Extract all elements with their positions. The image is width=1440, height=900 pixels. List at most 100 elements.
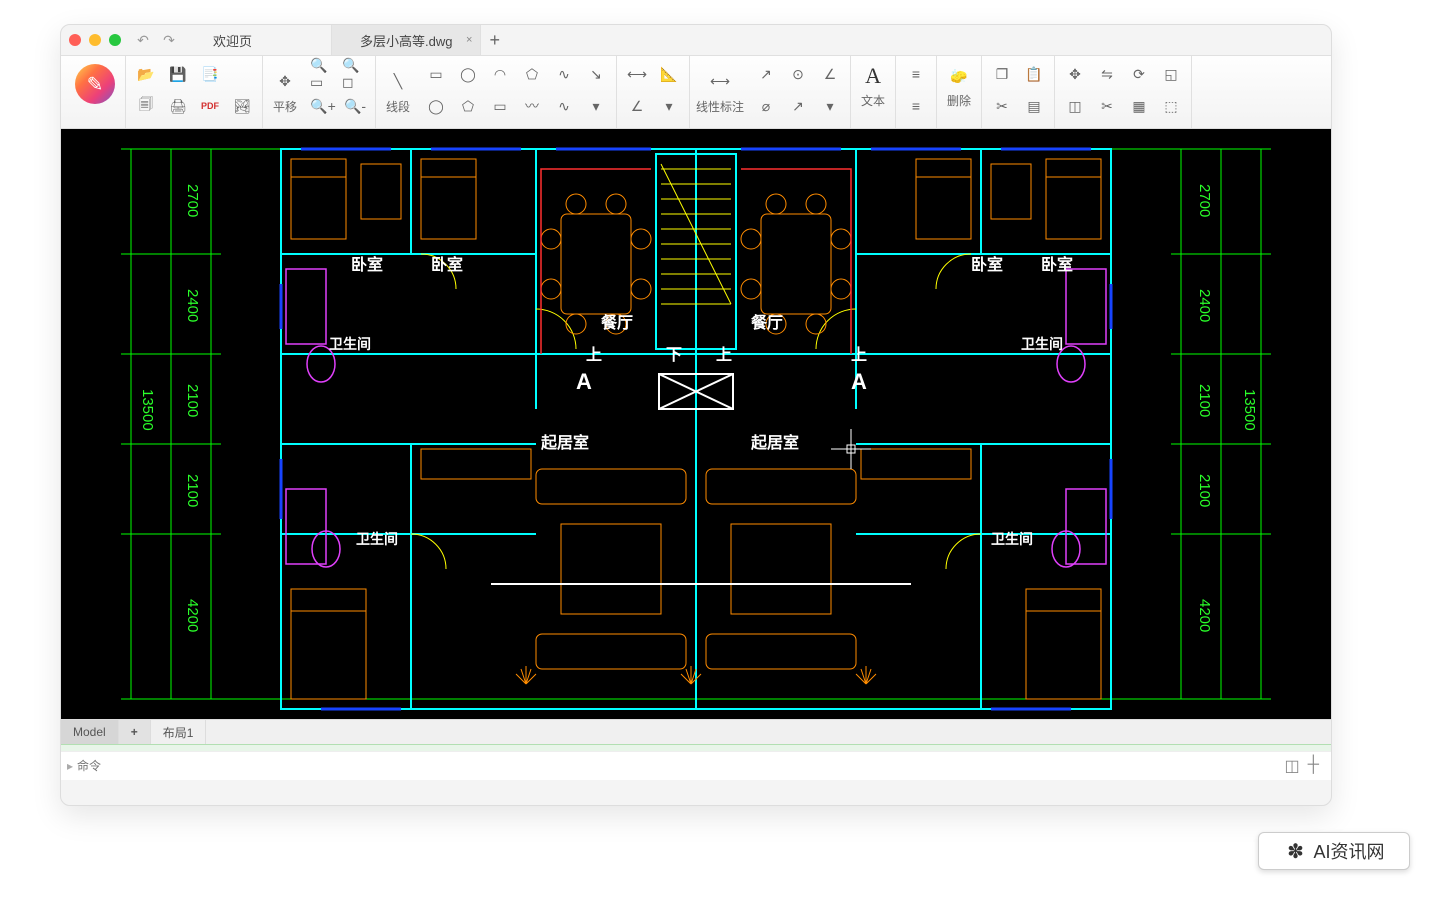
paste-button[interactable]: 📋	[1020, 60, 1048, 88]
mtext-button[interactable]: ≡	[902, 60, 930, 88]
dimension-text: 4200	[1196, 599, 1213, 632]
measure-area-button[interactable]: ∠	[623, 92, 651, 120]
app-logo-group	[65, 56, 126, 128]
text-group: A 文本	[851, 56, 896, 128]
text-label: 文本	[861, 92, 885, 109]
tab-file[interactable]: 多层小高等.dwg×	[332, 25, 481, 55]
erase-label: 删除	[947, 92, 971, 109]
dimension-text-total: 13500	[139, 389, 156, 431]
linear-dim-label: 线性标注	[696, 98, 744, 115]
dimension-text: 2400	[1196, 289, 1213, 322]
dimension-text: 2100	[184, 384, 201, 417]
tab-add[interactable]: +	[481, 25, 521, 55]
model-tab[interactable]: Model	[61, 720, 119, 744]
tab-label: 欢迎页	[213, 31, 252, 50]
dimension-group: ⟷ 线性标注 ↗ ⊙ ∠ ⌀ ↗ ▾	[690, 56, 851, 128]
linear-dim-button[interactable]: ⟷	[704, 66, 736, 98]
command-input[interactable]	[73, 758, 1285, 774]
dimension-text-total: 13500	[1241, 389, 1258, 431]
image-export-button[interactable]: 🏞	[228, 92, 256, 120]
rotate-button[interactable]: ⟳	[1125, 60, 1153, 88]
offset-button[interactable]: ◫	[1061, 92, 1089, 120]
diag-button[interactable]: ↘	[582, 60, 610, 88]
pdf-button[interactable]: PDF	[196, 92, 224, 120]
array-button[interactable]: ▦	[1125, 92, 1153, 120]
minimize-window-icon[interactable]	[89, 34, 101, 46]
angle-dim-button[interactable]: ∠	[816, 60, 844, 88]
tab-welcome[interactable]: 欢迎页	[185, 25, 332, 55]
unit-label: A	[851, 369, 867, 395]
export-button[interactable]: 🗐	[132, 92, 160, 120]
measure-dist-button[interactable]: ⟷	[623, 60, 651, 88]
status-bar: Model + 布局1	[61, 719, 1331, 744]
add-layout-tab[interactable]: +	[119, 720, 151, 744]
zoom-extents-button[interactable]: 🔍▭	[309, 60, 337, 88]
copy-button[interactable]: ❐	[988, 60, 1016, 88]
ortho-toggle-icon[interactable]: ┼	[1308, 756, 1319, 776]
arc-button[interactable]: ◠	[486, 60, 514, 88]
list-group: ≡ ≡	[896, 56, 937, 128]
titlebar: ↶ ↷ 欢迎页 多层小高等.dwg× +	[61, 25, 1331, 56]
save-button[interactable]: 💾	[164, 60, 192, 88]
dimension-text: 2400	[184, 289, 201, 322]
room-label-living: 起居室	[751, 429, 799, 453]
room-label-bathroom: 卫生间	[991, 529, 1033, 549]
pan-button[interactable]: ✥	[269, 66, 301, 98]
maximize-window-icon[interactable]	[109, 34, 121, 46]
room-label-bathroom: 卫生间	[329, 334, 371, 354]
saveas-button[interactable]: 📑	[196, 60, 224, 88]
redo-button[interactable]: ↷	[159, 30, 179, 50]
close-tab-icon[interactable]: ×	[466, 34, 472, 46]
scale-button[interactable]: ◱	[1157, 60, 1185, 88]
rect-button[interactable]: ▭	[422, 60, 450, 88]
aligned-dim-button[interactable]: ↗	[752, 60, 780, 88]
line-button[interactable]: ╲	[382, 66, 414, 98]
circle2-button[interactable]: ◯	[422, 92, 450, 120]
room-label-dining: 餐厅	[601, 309, 633, 333]
draw-group: ╲ 线段 ▭ ◯ ◠ ⬠ ∿ ↘ ◯	[376, 56, 617, 128]
spline2-button[interactable]: ∿	[550, 92, 578, 120]
dimension-text: 2100	[1196, 384, 1213, 417]
undo-button[interactable]: ↶	[133, 30, 153, 50]
print-button[interactable]: 🖨	[164, 92, 192, 120]
room-label-bedroom: 卧室	[351, 251, 383, 275]
diameter-dim-button[interactable]: ⌀	[752, 92, 780, 120]
spline-button[interactable]: ∿	[550, 60, 578, 88]
measure-more-button[interactable]: ▾	[655, 92, 683, 120]
cut-button[interactable]: ✂	[988, 92, 1016, 120]
line-label: 线段	[386, 98, 410, 115]
mtext2-button[interactable]: ≡	[902, 92, 930, 120]
file-group: 📂 💾 📑 🗐 🖨 PDF 🏞	[126, 56, 263, 128]
rect2-button[interactable]: ▭	[486, 92, 514, 120]
dim-more-button[interactable]: ▾	[816, 92, 844, 120]
group-button[interactable]: ⬚	[1157, 92, 1185, 120]
open-button[interactable]: 📂	[132, 60, 160, 88]
leader-button[interactable]: ↗	[784, 92, 812, 120]
more-draw-button[interactable]: ▾	[582, 92, 610, 120]
stair-label-down: 下	[666, 341, 682, 365]
paint-button[interactable]: ▤	[1020, 92, 1048, 120]
zoom-window-button[interactable]: 🔍◻	[341, 60, 369, 88]
measure-angle-button[interactable]: 📐	[655, 60, 683, 88]
text-button[interactable]: A	[857, 60, 889, 92]
zoom-in-button[interactable]: 🔍+	[309, 92, 337, 120]
dimension-text: 4200	[184, 599, 201, 632]
close-window-icon[interactable]	[69, 34, 81, 46]
trim-button[interactable]: ✂	[1093, 92, 1121, 120]
measure-group: ⟷ 📐 ∠ ▾	[617, 56, 690, 128]
pline-button[interactable]: 〰	[518, 92, 546, 120]
layout1-tab[interactable]: 布局1	[151, 720, 207, 744]
drawing-canvas[interactable]: 卧室 卧室 卧室 卧室 卫生间 卫生间 餐厅 餐厅 上 下 上 上 A A 起居…	[61, 129, 1331, 719]
polygon-button[interactable]: ⬠	[518, 60, 546, 88]
move-button[interactable]: ✥	[1061, 60, 1089, 88]
modify-group: ✥ ⇋ ⟳ ◱ ◫ ✂ ▦ ⬚	[1055, 56, 1192, 128]
app-logo-icon[interactable]	[75, 64, 115, 104]
circle-button[interactable]: ◯	[454, 60, 482, 88]
mirror-button[interactable]: ⇋	[1093, 60, 1121, 88]
stair-label-up: 上	[851, 341, 867, 365]
zoom-out-button[interactable]: 🔍-	[341, 92, 369, 120]
radius-dim-button[interactable]: ⊙	[784, 60, 812, 88]
erase-button[interactable]: 🧽	[943, 60, 975, 92]
snap-toggle-icon[interactable]: ◫	[1285, 756, 1300, 776]
polygon2-button[interactable]: ⬠	[454, 92, 482, 120]
